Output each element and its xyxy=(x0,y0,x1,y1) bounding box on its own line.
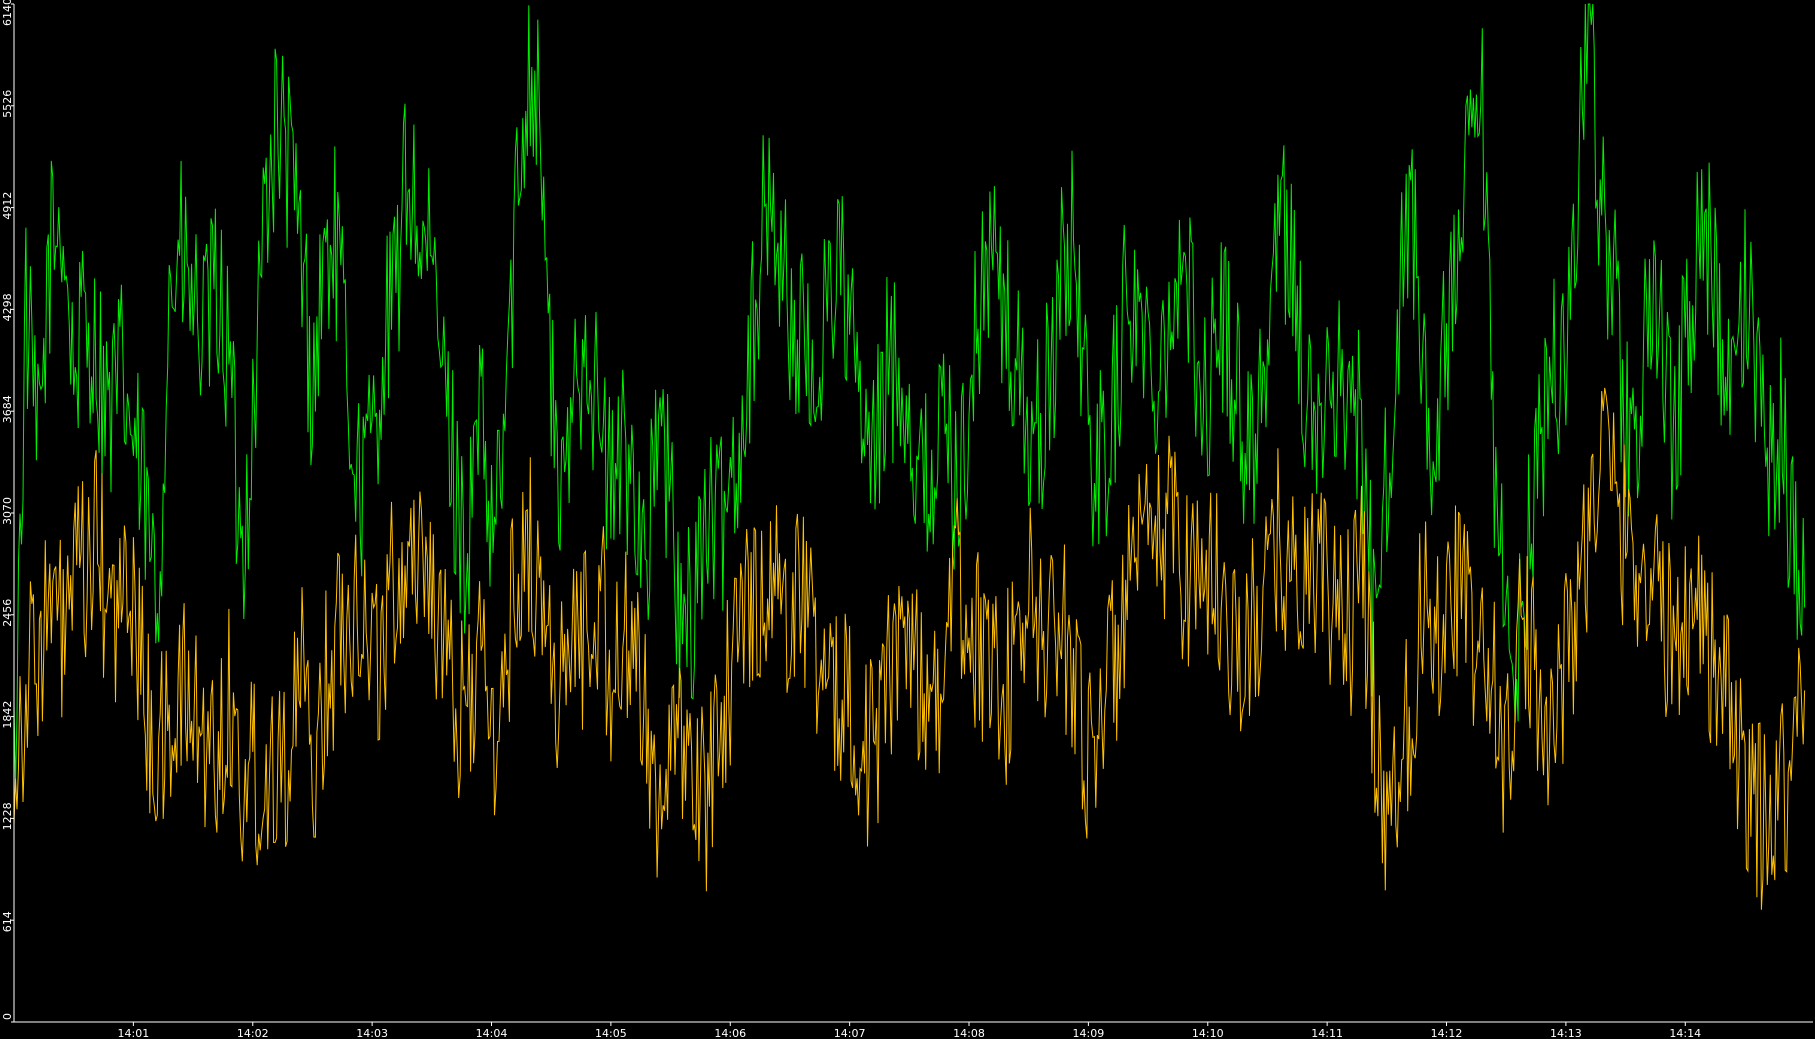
y-tick-label: 2456 xyxy=(1,599,14,627)
y-tick-label: 1228 xyxy=(1,802,14,830)
series-layer xyxy=(13,3,1806,910)
y-tick-label: 5526 xyxy=(1,90,14,118)
x-tick-label: 14:08 xyxy=(953,1027,985,1039)
x-tick-label: 14:13 xyxy=(1550,1027,1582,1039)
chart-area: 0 614 1228 1842 2456 3070 3684 4298 4912 5526 6140… xyxy=(0,0,1815,1039)
y-tick-label: 3684 xyxy=(1,395,14,423)
y-tick-label: 3070 xyxy=(1,497,14,525)
y-axis: 0 614 1228 1842 2456 3070 3684 4298 4912 5526 6140 xyxy=(1,0,14,1023)
x-tick-label: 14:12 xyxy=(1431,1027,1463,1039)
x-tick-label: 14:07 xyxy=(834,1027,866,1039)
x-tick-label: 14:02 xyxy=(237,1027,269,1039)
y-tick-label: 0 xyxy=(1,1013,14,1020)
x-tick-label: 14:06 xyxy=(714,1027,746,1039)
series-line-2 xyxy=(13,387,1806,910)
x-axis: 14:01 14:02 14:03 14:04 14:05 14:06 14:07 14:08… xyxy=(118,1022,1701,1039)
x-tick-label: 14:04 xyxy=(476,1027,508,1039)
x-tick-label: 14:11 xyxy=(1311,1027,1343,1039)
y-tick-label: 1842 xyxy=(1,701,14,729)
x-tick-label: 14:01 xyxy=(118,1027,150,1039)
y-tick-label: 4298 xyxy=(1,293,14,321)
y-tick-label: 6140 xyxy=(1,0,14,26)
x-tick-label: 14:05 xyxy=(595,1027,627,1039)
x-tick-label: 14:14 xyxy=(1669,1027,1701,1039)
y-tick-label: 614 xyxy=(1,911,14,932)
x-tick-label: 14:09 xyxy=(1073,1027,1105,1039)
x-tick-label: 14:03 xyxy=(356,1027,388,1039)
line-chart: 0 614 1228 1842 2456 3070 3684 4298 4912 5526 6140… xyxy=(1,0,1813,1039)
x-tick-label: 14:10 xyxy=(1192,1027,1224,1039)
y-tick-label: 4912 xyxy=(1,192,14,220)
